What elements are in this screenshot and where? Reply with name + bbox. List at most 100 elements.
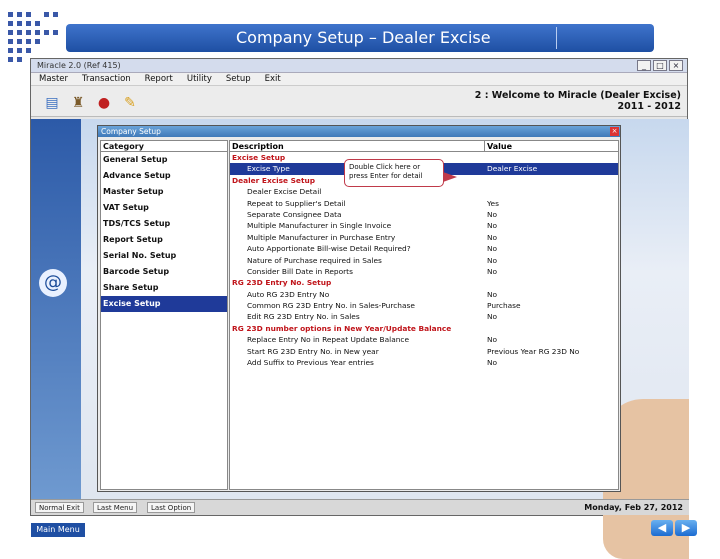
status-bar: Normal Exit Last Menu Last Option Monday…	[31, 499, 689, 515]
row-value: Yes	[487, 198, 499, 208]
menu-utility[interactable]: Utility	[187, 73, 212, 85]
status-date: Monday, Feb 27, 2012	[584, 503, 683, 512]
row-description: Multiple Manufacturer in Single Invoice	[247, 221, 392, 231]
toolbar: ▤ ♜ ● ✎ 2 : Welcome to Miracle (Dealer E…	[31, 85, 687, 117]
main-menu-button[interactable]: Main Menu	[31, 523, 85, 537]
document-icon[interactable]: ▤	[43, 94, 61, 112]
slide-title-text: Company Setup – Dealer Excise	[236, 28, 491, 47]
row-value: Previous Year RG 23D No	[487, 346, 580, 356]
category-share-setup[interactable]: Share Setup	[101, 280, 227, 296]
row-description: Common RG 23D Entry No. in Sales-Purchas…	[247, 301, 415, 311]
row-value: No	[487, 232, 498, 242]
row-description: Auto Apportionate Bill-wise Detail Requi…	[247, 244, 411, 254]
row-value	[485, 152, 487, 163]
row-value: No	[487, 221, 498, 231]
row-description: Edit RG 23D Entry No. in Sales	[247, 312, 360, 322]
menu-bar: Master Transaction Report Utility Setup …	[31, 73, 687, 85]
row-value: No	[487, 255, 498, 265]
row-value	[485, 175, 487, 186]
row-description: Separate Consignee Data	[247, 209, 342, 219]
row-description: Auto RG 23D Entry No	[247, 289, 330, 299]
category-tds-tcs-setup[interactable]: TDS/TCS Setup	[101, 216, 227, 232]
table-row[interactable]: Auto Apportionate Bill-wise Detail Requi…	[230, 243, 618, 254]
row-description: Consider Bill Date in Reports	[247, 266, 353, 276]
row-value: Dealer Excise	[487, 164, 538, 174]
table-row[interactable]: Edit RG 23D Entry No. in Sales No	[230, 311, 618, 322]
menu-report[interactable]: Report	[145, 73, 173, 85]
row-value: No	[487, 209, 498, 219]
row-value	[485, 277, 487, 288]
close-icon[interactable]: ×	[669, 60, 683, 71]
background-decoration: @	[31, 119, 81, 501]
table-row-section[interactable]: RG 23D number options in New Year/Update…	[230, 323, 618, 334]
table-row[interactable]: Consider Bill Date in Reports No	[230, 266, 618, 277]
cart-icon[interactable]: ♜	[69, 94, 87, 112]
table-row-section[interactable]: RG 23D Entry No. Setup	[230, 277, 618, 288]
row-description: Dealer Excise Detail	[247, 187, 322, 197]
row-description: Start RG 23D Entry No. in New year	[247, 346, 379, 356]
row-description: RG 23D number options in New Year/Update…	[232, 323, 452, 333]
table-row[interactable]: Add Suffix to Previous Year entries No	[230, 357, 618, 368]
value-header: Value	[487, 142, 513, 151]
table-row[interactable]: Multiple Manufacturer in Purchase Entry N…	[230, 232, 618, 243]
menu-transaction[interactable]: Transaction	[82, 73, 131, 85]
grid-header: Description Value	[230, 141, 618, 152]
normal-exit-button[interactable]: Normal Exit	[35, 502, 84, 513]
menu-master[interactable]: Master	[39, 73, 68, 85]
row-value: No	[487, 244, 498, 254]
row-value: No	[487, 312, 498, 322]
menu-setup[interactable]: Setup	[226, 73, 251, 85]
menu-exit[interactable]: Exit	[265, 73, 281, 85]
maximize-icon[interactable]: □	[653, 60, 667, 71]
category-master-setup[interactable]: Master Setup	[101, 184, 227, 200]
row-value: No	[487, 335, 498, 345]
title-separator	[556, 27, 557, 49]
category-excise-setup[interactable]: Excise Setup	[101, 296, 227, 312]
table-row[interactable]: Common RG 23D Entry No. in Sales-Purchas…	[230, 300, 618, 311]
row-value: No	[487, 266, 498, 276]
table-row[interactable]: Nature of Purchase required in Sales No	[230, 255, 618, 266]
row-value: No	[487, 358, 498, 368]
financial-year: 2011 - 2012	[617, 101, 681, 112]
next-slide-button[interactable]: ▶	[675, 520, 697, 536]
welcome-banner: 2 : Welcome to Miracle (Dealer Excise) 2…	[475, 90, 681, 112]
dialog-titlebar: Company Setup ×	[98, 126, 620, 137]
table-row[interactable]: Separate Consignee Data No	[230, 209, 618, 220]
row-description: Repeat to Supplier's Detail	[247, 198, 346, 208]
table-row[interactable]: Repeat to Supplier's Detail Yes	[230, 198, 618, 209]
row-description: Add Suffix to Previous Year entries	[247, 358, 374, 368]
description-header: Description	[230, 141, 485, 151]
window-titlebar: Miracle 2.0 (Ref 415) _ □ ×	[31, 59, 687, 73]
table-row[interactable]: Dealer Excise Detail	[230, 186, 618, 197]
category-list: Category General Setup Advance Setup Mas…	[100, 140, 228, 490]
dialog-close-icon[interactable]: ×	[610, 127, 619, 136]
category-barcode-setup[interactable]: Barcode Setup	[101, 264, 227, 280]
row-description: RG 23D Entry No. Setup	[232, 278, 332, 288]
money-bag-icon[interactable]: ●	[95, 94, 113, 112]
notepad-icon[interactable]: ✎	[121, 94, 139, 112]
table-row[interactable]: Auto RG 23D Entry No No	[230, 289, 618, 300]
last-menu-button[interactable]: Last Menu	[93, 502, 138, 513]
welcome-line: 2 : Welcome to Miracle (Dealer Excise)	[474, 90, 681, 101]
row-description: Replace Entry No in Repeat Update Balanc…	[247, 335, 410, 345]
callout-tooltip: Double Click here or press Enter for det…	[344, 159, 457, 187]
row-value: Purchase	[487, 301, 521, 311]
table-row[interactable]: Start RG 23D Entry No. in New year Previo…	[230, 346, 618, 357]
row-description: Nature of Purchase required in Sales	[247, 255, 382, 265]
row-value	[485, 323, 487, 334]
table-row[interactable]: Replace Entry No in Repeat Update Balanc…	[230, 334, 618, 345]
previous-slide-button[interactable]: ◀	[651, 520, 673, 536]
category-serial-no-setup[interactable]: Serial No. Setup	[101, 248, 227, 264]
category-vat-setup[interactable]: VAT Setup	[101, 200, 227, 216]
category-general-setup[interactable]: General Setup	[101, 152, 227, 168]
category-header: Category	[101, 141, 227, 152]
window-title: Miracle 2.0 (Ref 415)	[37, 61, 121, 70]
table-row[interactable]: Multiple Manufacturer in Single Invoice N…	[230, 220, 618, 231]
minimize-icon[interactable]: _	[637, 60, 651, 71]
last-option-button[interactable]: Last Option	[147, 502, 196, 513]
category-advance-setup[interactable]: Advance Setup	[101, 168, 227, 184]
email-icon: @	[39, 269, 67, 297]
settings-grid: Description Value Excise Setup Excise Ty…	[229, 140, 619, 490]
category-report-setup[interactable]: Report Setup	[101, 232, 227, 248]
row-description: Multiple Manufacturer in Purchase Entry	[247, 232, 396, 242]
